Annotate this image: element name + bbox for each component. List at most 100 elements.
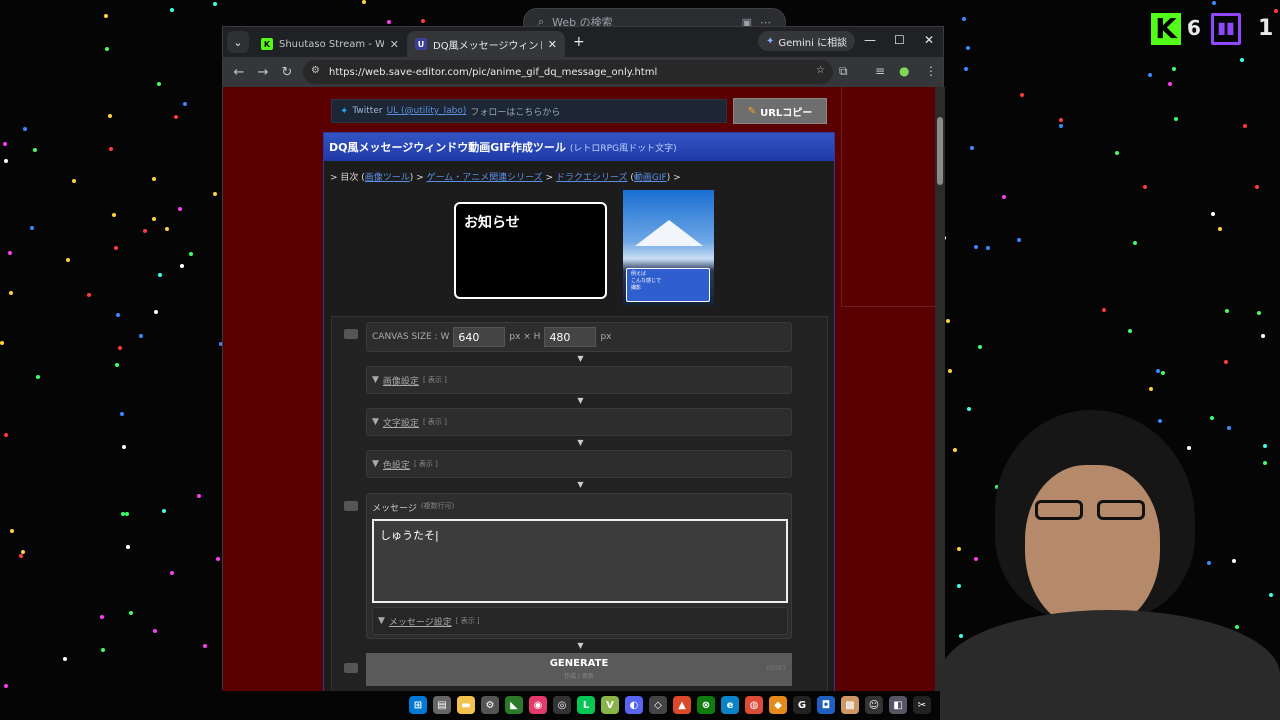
tab-title: Shuutaso Stream - Watch Live ... <box>279 38 384 50</box>
app-icon[interactable]: ◆ <box>769 696 787 714</box>
gemini-button[interactable]: ✦ Gemini に相談 <box>758 31 856 51</box>
breadcrumb-text: > 目次 ( <box>330 173 365 183</box>
star-dot <box>1020 93 1024 97</box>
app-icon[interactable]: ◇ <box>649 696 667 714</box>
star-dot <box>170 571 174 575</box>
settings-area: CANVAS SIZE : W 640 px × H 480 px ▼ ▼ 画像… <box>331 316 828 691</box>
section-tag-icon <box>344 501 358 511</box>
minimize-icon[interactable]: — <box>864 33 876 47</box>
canvas-height-input[interactable]: 480 <box>544 327 597 347</box>
message-settings-toggle[interactable]: メッセージ設定 <box>389 615 452 628</box>
color-settings-row[interactable]: ▼ 色設定 [ 表示 ] <box>366 450 792 478</box>
message-textarea[interactable]: しゅうたそ| <box>372 519 788 603</box>
back-icon[interactable]: ← <box>227 65 251 80</box>
sample-line: 例えば <box>631 271 647 277</box>
text-settings-row[interactable]: ▼ 文字設定 [ 表示 ] <box>366 408 792 436</box>
scrollbar-thumb[interactable] <box>937 117 943 185</box>
star-dot <box>421 19 425 23</box>
star-dot <box>30 226 34 230</box>
star-dot <box>143 229 147 233</box>
task-view-icon[interactable]: ▤ <box>433 696 451 714</box>
color-settings-toggle[interactable]: 色設定 <box>383 458 410 471</box>
app-icon[interactable]: ◧ <box>889 696 907 714</box>
preview-text: お知らせ <box>464 215 520 231</box>
twitch-logo-icon: ▮▮ <box>1211 13 1241 45</box>
xbox-icon[interactable]: ⊗ <box>697 696 715 714</box>
star-dot <box>1115 151 1119 155</box>
app-icon[interactable]: ▲ <box>673 696 691 714</box>
star-dot <box>1168 82 1172 86</box>
star-dot <box>3 142 7 146</box>
tab-kick-stream[interactable]: K Shuutaso Stream - Watch Live ... ✕ <box>253 31 407 57</box>
image-settings-toggle[interactable]: 画像設定 <box>383 374 419 387</box>
message-value: しゅうたそ <box>380 529 435 542</box>
generate-button[interactable]: GENERATE 作成 / 更新 RESET <box>366 653 792 686</box>
url-copy-button[interactable]: ✎ URLコピー <box>733 98 827 124</box>
breadcrumb-link-dq-series[interactable]: ドラクエシリーズ <box>556 173 628 183</box>
message-settings-row[interactable]: ▼ メッセージ設定 [ 表示 ] <box>372 607 788 635</box>
nvidia-icon[interactable]: ◣ <box>505 696 523 714</box>
app-icon[interactable]: ◘ <box>817 696 835 714</box>
canvas-width-input[interactable]: 640 <box>453 327 506 347</box>
star-dot <box>36 375 40 379</box>
obs-icon[interactable]: ◎ <box>553 696 571 714</box>
close-tab-icon[interactable]: ✕ <box>390 38 399 51</box>
page-viewport: ✦ Twitter UL (@utility_labo) フォローはこちらから … <box>223 87 935 691</box>
url-text: https://web.save-editor.com/pic/anime_gi… <box>329 66 658 78</box>
text-settings-toggle[interactable]: 文字設定 <box>383 416 419 429</box>
app-lips-icon[interactable]: ◉ <box>529 696 547 714</box>
settings-icon[interactable]: ⚙ <box>481 696 499 714</box>
edge-icon[interactable]: e <box>721 696 739 714</box>
app-icon[interactable]: ☺ <box>865 696 883 714</box>
star-dot <box>139 334 143 338</box>
line-icon[interactable]: L <box>577 696 595 714</box>
vim-icon[interactable]: V <box>601 696 619 714</box>
star-dot <box>152 177 156 181</box>
app-icon[interactable]: G <box>793 696 811 714</box>
show-toggle[interactable]: [ 表示 ] <box>423 375 447 385</box>
start-icon[interactable]: ⊞ <box>409 696 427 714</box>
reload-icon[interactable]: ↻ <box>275 65 299 80</box>
site-info-icon[interactable]: ⚙ <box>311 65 320 76</box>
star-dot <box>1133 241 1137 245</box>
star-dot <box>174 115 178 119</box>
forward-icon[interactable]: → <box>251 65 275 80</box>
profile-avatar-icon[interactable]: ● <box>899 64 909 78</box>
new-tab-icon[interactable]: + <box>573 34 585 50</box>
capcut-icon[interactable]: ✂ <box>913 696 931 714</box>
breadcrumb-link-game-anime[interactable]: ゲーム・アニメ関連シリーズ <box>427 173 543 183</box>
media-controls-icon[interactable]: ≡ <box>875 64 885 78</box>
bookmark-star-icon[interactable]: ☆ <box>816 65 825 76</box>
star-dot <box>162 509 166 513</box>
discord-icon[interactable]: ◐ <box>625 696 643 714</box>
chrome-icon[interactable]: ◍ <box>745 696 763 714</box>
breadcrumb-sep: ) > <box>666 173 681 183</box>
extensions-icon[interactable]: ⧉ <box>839 64 848 79</box>
address-bar[interactable]: ⚙ https://web.save-editor.com/pic/anime_… <box>303 60 833 84</box>
star-dot <box>157 82 161 86</box>
browser-toolbar: ← → ↻ ⚙ https://web.save-editor.com/pic/… <box>223 57 943 87</box>
maximize-icon[interactable]: ☐ <box>894 33 905 47</box>
url-copy-label: URLコピー <box>760 107 813 119</box>
image-settings-row[interactable]: ▼ 画像設定 [ 表示 ] <box>366 366 792 394</box>
show-toggle[interactable]: [ 表示 ] <box>423 417 447 427</box>
close-tab-icon[interactable]: ✕ <box>548 38 557 51</box>
reset-link[interactable]: RESET <box>767 665 786 672</box>
show-toggle[interactable]: [ 表示 ] <box>414 459 438 469</box>
tab-search-icon[interactable]: ⌄ <box>227 31 249 53</box>
tab-dq-gif-tool[interactable]: U DQ風メッセージウィンドウ動画GIF作... ✕ <box>407 31 565 57</box>
breadcrumb-link-video-gif[interactable]: 動画GIF <box>634 173 667 183</box>
breadcrumb-link-image-tools[interactable]: 画像ツール <box>365 173 410 183</box>
app-icon[interactable]: ▩ <box>841 696 859 714</box>
star-dot <box>100 615 104 619</box>
twitter-handle-link[interactable]: UL (@utility_labo) <box>387 106 467 116</box>
show-toggle[interactable]: [ 表示 ] <box>456 616 480 626</box>
menu-kebab-icon[interactable]: ⋮ <box>925 64 937 78</box>
star-dot <box>1172 67 1176 71</box>
star-dot <box>66 258 70 262</box>
file-explorer-icon[interactable]: ▬ <box>457 696 475 714</box>
close-window-icon[interactable]: ✕ <box>924 33 934 47</box>
star-dot <box>118 346 122 350</box>
star-dot <box>1143 185 1147 189</box>
canvas-size-label: CANVAS SIZE : W <box>372 332 450 342</box>
